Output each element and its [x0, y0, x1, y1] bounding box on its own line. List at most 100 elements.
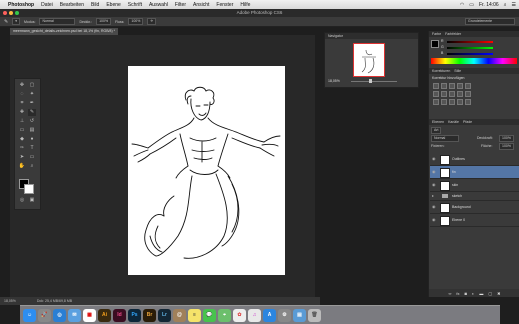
menu-bearbeiten[interactable]: Bearbeiten — [60, 2, 84, 8]
menu-filter[interactable]: Filter — [175, 2, 186, 8]
fluss-field[interactable]: 100% — [128, 18, 144, 25]
system-preferences-icon[interactable]: ⚙ — [278, 308, 291, 322]
notes-icon[interactable]: ≡ — [188, 308, 201, 322]
document-canvas[interactable] — [128, 66, 285, 275]
tab-pfade[interactable]: Pfade — [463, 119, 472, 125]
layer-blend-mode[interactable]: Normal — [431, 135, 459, 142]
healing-tool-icon[interactable]: ✚ — [18, 109, 26, 116]
new-adjustment-icon[interactable]: ◐ — [472, 291, 474, 296]
quick-select-tool-icon[interactable]: ✦ — [28, 91, 36, 98]
lasso-tool-icon[interactable]: ◌ — [18, 91, 26, 98]
exposure-icon[interactable] — [457, 83, 463, 89]
deckkraft-field[interactable]: 100% — [96, 18, 112, 25]
maps-icon[interactable]: ⌖ — [218, 308, 231, 322]
menubar-clock[interactable]: Fr. 14:06 — [479, 2, 499, 8]
layer-row-ebene-0[interactable]: ◉ Ebene 0 — [430, 214, 519, 227]
fill-field[interactable]: 100% — [499, 143, 514, 150]
tab-kanaele[interactable]: Kanäle — [448, 119, 459, 125]
battery-icon[interactable]: ▭ — [469, 2, 474, 8]
layer-row-fin[interactable]: ◉ fin — [430, 166, 519, 179]
finder-icon[interactable]: ☺ — [23, 308, 36, 322]
brush-tool-icon-active[interactable]: ✎ — [28, 109, 36, 116]
type-tool-icon[interactable]: T — [28, 145, 36, 152]
new-group-icon[interactable]: ▬ — [479, 291, 483, 296]
pen-tool-icon[interactable]: ✑ — [18, 145, 26, 152]
menu-datei[interactable]: Datei — [41, 2, 53, 8]
brush-tool-icon[interactable]: ✎ — [4, 19, 8, 25]
eraser-tool-icon[interactable]: ▭ — [18, 127, 26, 134]
launchpad-icon[interactable]: 🚀 — [38, 308, 51, 322]
zoom-window-button[interactable] — [15, 11, 19, 15]
history-brush-tool-icon[interactable]: ↺ — [28, 118, 36, 125]
tab-farbfelder[interactable]: Farbfelder — [445, 31, 461, 37]
menu-ansicht[interactable]: Ansicht — [193, 2, 209, 8]
menu-auswahl[interactable]: Auswahl — [149, 2, 168, 8]
menu-schrift[interactable]: Schrift — [128, 2, 142, 8]
opacity-field[interactable]: 100% — [499, 135, 514, 142]
channel-r-slider[interactable] — [447, 41, 493, 43]
delete-layer-icon[interactable]: ✖ — [497, 291, 500, 296]
layer-row-skin[interactable]: ◉ skin — [430, 179, 519, 192]
list-icon[interactable]: ☰ — [512, 2, 516, 8]
channel-mixer-icon[interactable] — [465, 91, 471, 97]
color-fg-swatch[interactable] — [431, 40, 439, 48]
photos-icon[interactable]: ✿ — [233, 308, 246, 322]
gradient-tool-icon[interactable]: ▤ — [28, 127, 36, 134]
add-mask-icon[interactable]: ◙ — [465, 291, 467, 296]
contacts-icon[interactable]: @ — [173, 308, 186, 322]
invert-icon[interactable] — [433, 99, 439, 105]
blur-tool-icon[interactable]: ◆ — [18, 136, 26, 143]
background-color-swatch[interactable] — [24, 184, 34, 194]
lightroom-icon[interactable]: Lr — [158, 308, 171, 322]
visibility-eye-icon[interactable]: ◉ — [432, 157, 436, 161]
safari-icon[interactable]: ◎ — [53, 308, 66, 322]
navigator-thumbnail[interactable] — [353, 43, 385, 77]
menu-ebene[interactable]: Ebene — [106, 2, 120, 8]
new-layer-icon[interactable]: ▢ — [488, 291, 492, 296]
fx-icon[interactable]: fx — [456, 291, 459, 296]
document-tab[interactable]: meermann_gesicht_details-zeichnen.psd be… — [10, 28, 118, 35]
wifi-icon[interactable]: ◠ — [460, 2, 464, 8]
posterize-icon[interactable] — [441, 99, 447, 105]
threshold-icon[interactable] — [449, 99, 455, 105]
marquee-tool-icon[interactable]: ▢ — [28, 82, 36, 89]
menu-hilfe[interactable]: Hilfe — [240, 2, 250, 8]
photoshop-icon[interactable]: Ps — [128, 308, 141, 322]
color-balance-icon[interactable] — [441, 91, 447, 97]
tab-stile[interactable]: Stile — [454, 68, 461, 74]
menu-bild[interactable]: Bild — [91, 2, 99, 8]
illustrator-icon[interactable]: Ai — [98, 308, 111, 322]
brightness-icon[interactable] — [433, 83, 439, 89]
layer-row-background[interactable]: ◉ Background — [430, 201, 519, 214]
shape-tool-icon[interactable]: ▭ — [28, 154, 36, 161]
quick-mask-icon[interactable]: ◎ — [18, 197, 26, 204]
path-select-tool-icon[interactable]: ➤ — [18, 154, 26, 161]
visibility-eye-icon[interactable]: ◉ — [432, 170, 436, 174]
color-spectrum-ramp[interactable] — [431, 58, 517, 64]
crop-tool-icon[interactable]: ⌗ — [18, 100, 26, 107]
menu-app[interactable]: Photoshop — [8, 2, 34, 8]
hand-tool-icon[interactable]: ✋ — [18, 163, 26, 170]
visibility-eye-icon[interactable]: ◉ — [432, 218, 436, 222]
brush-preset-picker[interactable]: ▾ — [12, 18, 20, 25]
channel-b-slider[interactable] — [447, 53, 493, 55]
zoom-tool-icon[interactable]: ⌕ — [28, 163, 36, 170]
channel-g-slider[interactable] — [447, 47, 493, 49]
workspace-select[interactable]: Grundelemente — [465, 18, 515, 25]
clone-stamp-tool-icon[interactable]: ⊥ — [18, 118, 26, 125]
folder-expand-icon[interactable]: ▸ — [432, 194, 436, 198]
status-zoom[interactable]: 18,05% — [4, 299, 16, 303]
gradient-map-icon[interactable] — [457, 99, 463, 105]
messages-icon[interactable]: 💬 — [203, 308, 216, 322]
levels-icon[interactable] — [441, 83, 447, 89]
link-layers-icon[interactable]: ∞ — [449, 291, 452, 296]
mail-icon[interactable]: ✉ — [68, 308, 81, 322]
navigator-zoom-handle[interactable] — [369, 79, 372, 83]
eyedropper-tool-icon[interactable]: ✒ — [28, 100, 36, 107]
black-white-icon[interactable] — [449, 91, 455, 97]
layer-kind-filter[interactable]: Art — [431, 127, 442, 134]
applications-folder-icon[interactable]: ▤ — [293, 308, 306, 322]
screen-mode-icon[interactable]: ▣ — [28, 197, 36, 204]
dodge-tool-icon[interactable]: ● — [28, 136, 36, 143]
search-icon[interactable]: ⌕ — [504, 2, 507, 8]
